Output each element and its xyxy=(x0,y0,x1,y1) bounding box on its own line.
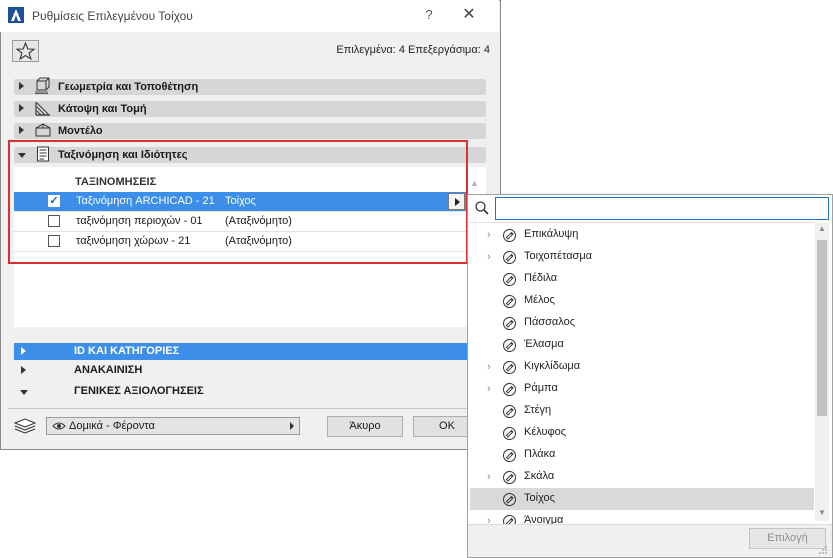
geometry-icon xyxy=(35,77,50,94)
item-label: Κέλυφος xyxy=(524,426,567,438)
section-label: ID ΚΑΙ ΚΑΤΗΓΟΡΙΕΣ xyxy=(74,345,180,357)
window-title: Ρυθμίσεις Επιλεγμένου Τοίχου xyxy=(32,9,193,23)
classification-tag-icon xyxy=(502,228,517,243)
classification-tag-icon xyxy=(502,294,517,309)
model-icon xyxy=(35,123,51,137)
choose-button[interactable]: Επιλογή xyxy=(749,528,826,549)
classification-item[interactable]: › Κιγκλίδωμα xyxy=(470,356,814,378)
chevron-right-icon[interactable]: › xyxy=(487,230,497,241)
close-button[interactable]: ✕ xyxy=(452,3,486,27)
dropdown-value: Δομικά - Φέροντα xyxy=(69,420,155,432)
classification-tag-icon xyxy=(502,470,517,485)
expand-arrow-icon xyxy=(21,366,26,374)
classification-item[interactable]: › Ράμπα xyxy=(470,378,814,400)
item-label: Πλάκα xyxy=(524,448,556,460)
expand-arrow-icon xyxy=(19,104,24,112)
classification-tag-icon xyxy=(502,250,517,265)
item-label: Πέδιλα xyxy=(524,272,558,284)
item-label: Μέλος xyxy=(524,294,555,306)
classification-item[interactable]: Στέγη xyxy=(470,400,814,422)
panel-floorplan-section[interactable]: Κάτοψη και Τομή xyxy=(14,101,486,117)
list-divider xyxy=(468,222,814,223)
classification-item[interactable]: Πάσσαλος xyxy=(470,312,814,334)
panel-model[interactable]: Μοντέλο xyxy=(14,123,486,139)
scroll-up-icon[interactable]: ▲ xyxy=(815,224,829,236)
section-label: ΓΕΝΙΚΕΣ ΑΞΙΟΛΟΓΗΣΕΙΣ xyxy=(74,385,204,397)
expand-arrow-icon xyxy=(19,82,24,90)
item-label: Στέγη xyxy=(524,404,552,416)
resize-grip-icon[interactable] xyxy=(818,545,828,555)
eye-icon xyxy=(52,422,66,430)
panel-label: Γεωμετρία και Τοποθέτηση xyxy=(58,81,199,93)
section-id-categories[interactable]: ID ΚΑΙ ΚΑΤΗΓΟΡΙΕΣ xyxy=(14,343,486,360)
chevron-right-icon[interactable]: › xyxy=(487,472,497,483)
structural-view-dropdown[interactable]: Δομικά - Φέροντα xyxy=(46,417,300,435)
classification-item[interactable]: Κέλυφος xyxy=(470,422,814,444)
archicad-app-icon xyxy=(8,7,24,23)
classification-tag-icon xyxy=(502,382,517,397)
section-renovation[interactable]: ΑΝΑΚΑΙΝΙΣΗ xyxy=(14,362,486,379)
item-label: Κιγκλίδωμα xyxy=(524,360,581,372)
expand-arrow-icon xyxy=(19,126,24,134)
scroll-down-icon[interactable]: ▼ xyxy=(815,508,829,520)
classification-tag-icon xyxy=(502,360,517,375)
classification-item[interactable]: Πλάκα xyxy=(470,444,814,466)
footer-divider xyxy=(8,408,492,409)
classification-tag-icon xyxy=(502,448,517,463)
collapse-arrow-icon xyxy=(20,390,28,395)
panel-label: Μοντέλο xyxy=(58,125,103,137)
classification-tag-icon xyxy=(502,404,517,419)
classification-item[interactable]: Έλασμα xyxy=(470,334,814,356)
classification-tag-icon xyxy=(502,426,517,441)
classification-tag-icon xyxy=(502,316,517,331)
item-label: Σκάλα xyxy=(524,470,555,482)
chevron-up-icon[interactable]: ▲ xyxy=(470,178,482,188)
classification-tag-icon xyxy=(502,272,517,287)
classification-tag-icon xyxy=(502,492,517,507)
highlight-frame xyxy=(8,140,468,264)
arrow-right-icon xyxy=(290,422,294,430)
chevron-right-icon[interactable]: › xyxy=(487,362,497,373)
layers-icon xyxy=(13,418,37,434)
item-label: Τοιχοπέτασμα xyxy=(524,250,593,262)
item-label: Ράμπα xyxy=(524,382,558,394)
search-input[interactable] xyxy=(495,197,829,220)
classification-item[interactable]: › Τοιχοπέτασμα xyxy=(470,246,814,268)
scrollbar-thumb[interactable] xyxy=(817,240,827,416)
floorplan-icon xyxy=(35,102,50,116)
panel-label: Κάτοψη και Τομή xyxy=(58,103,147,115)
classification-item[interactable]: › Επικάλυψη xyxy=(470,224,814,246)
star-icon xyxy=(15,41,36,61)
classification-item[interactable]: Τοίχος xyxy=(470,488,814,510)
item-label: Πάσσαλος xyxy=(524,316,575,328)
item-label: Έλασμα xyxy=(524,338,564,350)
panel-geometry-positioning[interactable]: Γεωμετρία και Τοποθέτηση xyxy=(14,77,486,95)
help-button[interactable]: ? xyxy=(416,3,442,27)
section-label: ΑΝΑΚΑΙΝΙΣΗ xyxy=(74,364,143,376)
section-general-ratings[interactable]: ΓΕΝΙΚΕΣ ΑΞΙΟΛΟΓΗΣΕΙΣ xyxy=(14,383,486,400)
selection-info: Επιλεγμένα: 4 Επεξεργάσιμα: 4 xyxy=(336,44,490,56)
search-icon xyxy=(475,201,489,215)
cancel-button[interactable]: Άκυρο xyxy=(327,416,403,437)
expand-arrow-icon xyxy=(21,347,26,355)
classification-tag-icon xyxy=(502,338,517,353)
classification-item[interactable]: Πέδιλα xyxy=(470,268,814,290)
item-label: Τοίχος xyxy=(524,492,555,504)
item-label: Επικάλυψη xyxy=(524,228,579,240)
classification-item[interactable]: Μέλος xyxy=(470,290,814,312)
chevron-right-icon[interactable]: › xyxy=(487,384,497,395)
favorites-button[interactable] xyxy=(12,40,39,62)
chevron-right-icon[interactable]: › xyxy=(487,252,497,263)
classification-item[interactable]: › Σκάλα xyxy=(470,466,814,488)
